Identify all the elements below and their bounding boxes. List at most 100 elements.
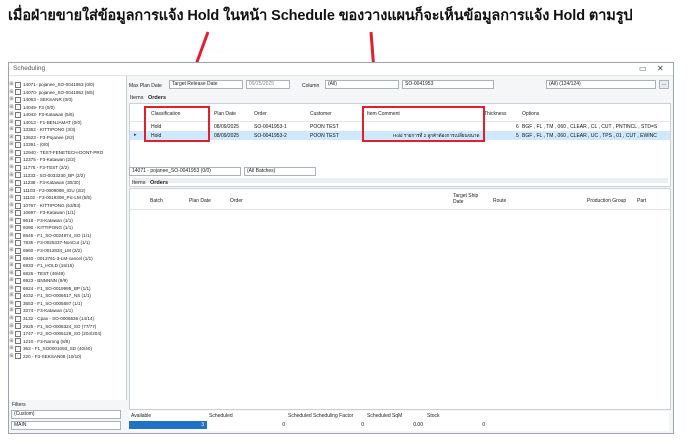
column-select[interactable]: (All)	[325, 80, 399, 89]
tree-checkbox[interactable]	[15, 338, 21, 345]
expand-icon[interactable]: ⊞	[9, 315, 14, 323]
restore-icon[interactable]: ▭	[639, 64, 647, 73]
tab-orders-top[interactable]: Orders	[148, 95, 166, 101]
expand-icon[interactable]: ⊞	[9, 179, 14, 187]
tree-item[interactable]: ⊞ 7835 - F3-0025337-NonCut (1/1)	[9, 239, 126, 247]
tree-item[interactable]: ⊞ 14071- pojanee_SO-0041953 (0/0)	[9, 81, 126, 89]
close-icon[interactable]: ✕	[657, 64, 664, 73]
tree-checkbox[interactable]	[15, 270, 21, 277]
tab-orders-bottom[interactable]: Orders	[150, 180, 168, 186]
tree-checkbox[interactable]	[15, 232, 21, 239]
col-thickness[interactable]: Thickness	[484, 111, 507, 117]
expand-icon[interactable]: ⊞	[9, 149, 14, 157]
tree-item[interactable]: ⊞ 6960 - F3-0012834_LM (2/2)	[9, 247, 126, 255]
col-options[interactable]: Options	[522, 111, 539, 117]
col-batch-order[interactable]: Order	[230, 198, 243, 204]
tree-item[interactable]: ⊞ 220 - F3-SEKSAN08 (10/10)	[9, 353, 126, 361]
tree-item[interactable]: ⊞ 11102 - F3-0019308_Pic-LM (5/5)	[9, 194, 126, 202]
tree-item[interactable]: ⊞ 6933 - F1_HOLD (15/15)	[9, 262, 126, 270]
tree-checkbox[interactable]	[15, 225, 21, 232]
filter-select[interactable]: (Custom)	[11, 410, 121, 419]
expand-icon[interactable]: ⊞	[9, 224, 14, 232]
tree-checkbox[interactable]	[15, 187, 21, 194]
tree-item[interactable]: ⊞ 6940 - 0013761-3-LM-cancel (1/1)	[9, 255, 126, 263]
tree-checkbox[interactable]	[15, 104, 21, 111]
tree-item[interactable]: ⊞ 2925 - F1_SO-0008324_SO (77/77)	[9, 323, 126, 331]
expand-icon[interactable]: ⊞	[9, 96, 14, 104]
expand-icon[interactable]: ⊞	[9, 300, 14, 308]
expand-icon[interactable]: ⊞	[9, 345, 14, 353]
tree-item[interactable]: ⊞ 3132 - Cpax - SO-0006536 (14/14)	[9, 315, 126, 323]
tree-item[interactable]: ⊞ 9618 - F3-Katawan (1/1)	[9, 217, 126, 225]
expand-icon[interactable]: ⊞	[9, 307, 14, 315]
tree-item[interactable]: ⊞ 9390 - KITTIPONG (1/1)	[9, 224, 126, 232]
tree-checkbox[interactable]	[15, 81, 21, 88]
tree-checkbox[interactable]	[15, 134, 21, 141]
tree-item[interactable]: ⊞ 3374 - F3-Katawan (1/1)	[9, 307, 126, 315]
tree-checkbox[interactable]	[15, 353, 21, 360]
tree-item[interactable]: ⊞ 11103 - F3-0009098_IGU (2/2)	[9, 187, 126, 195]
order-batch-select[interactable]: 14071 - pojanee_SO-0041953 (0/0)	[129, 167, 241, 176]
col-target-ship-date[interactable]: Target Ship Date	[453, 193, 483, 205]
tree-checkbox[interactable]	[15, 127, 21, 134]
tree-item[interactable]: ⊞ 14013 - F1-BENJAMAT (0/0)	[9, 119, 126, 127]
tree-checkbox[interactable]	[15, 247, 21, 254]
tree-item[interactable]: ⊞ 14070- pojanee_SO-0041952 (5/5)	[9, 89, 126, 97]
tree-checkbox[interactable]	[15, 240, 21, 247]
expand-icon[interactable]: ⊞	[9, 285, 14, 293]
tree-item[interactable]: ⊞ 1747 - F2_SO-0005128_SO (204/204)	[9, 330, 126, 338]
expand-icon[interactable]: ⊞	[9, 111, 14, 119]
expand-icon[interactable]: ⊞	[9, 134, 14, 142]
expand-icon[interactable]: ⊞	[9, 270, 14, 278]
tree-item[interactable]: ⊞ 11238 - F3-Katawan (30/30)	[9, 179, 126, 187]
tab-items-top[interactable]: Items	[130, 95, 143, 101]
expand-icon[interactable]: ⊞	[9, 217, 14, 225]
item-filter-select[interactable]: (All) (124/124)	[546, 80, 656, 89]
tree-checkbox[interactable]	[15, 111, 21, 118]
expand-icon[interactable]: ⊞	[9, 187, 14, 195]
tree-item[interactable]: ⊞ 11775 - F3-TEST (2/2)	[9, 164, 126, 172]
tree-checkbox[interactable]	[15, 157, 21, 164]
tree-checkbox[interactable]	[15, 323, 21, 330]
expand-icon[interactable]: ⊞	[9, 330, 14, 338]
expand-icon[interactable]: ⊞	[9, 323, 14, 331]
tree-checkbox[interactable]	[15, 315, 21, 322]
tree-item[interactable]: ⊞ 10767 - KITTIPONG (53/53)	[9, 202, 126, 210]
expand-icon[interactable]: ⊞	[9, 338, 14, 346]
expand-icon[interactable]: ⊞	[9, 247, 14, 255]
tree-item[interactable]: ⊞ 10697 - F3-Katawan (1/1)	[9, 209, 126, 217]
expand-icon[interactable]: ⊞	[9, 104, 14, 112]
tree-checkbox[interactable]	[15, 89, 21, 96]
horizontal-scrollbar[interactable]	[132, 178, 668, 183]
tree-item[interactable]: ⊞ 14049- F3 (0/0)	[9, 104, 126, 112]
tree-checkbox[interactable]	[15, 293, 21, 300]
tree-item[interactable]: ⊞ 6826 - TEST (49/49)	[9, 270, 126, 278]
tree-item[interactable]: ⊞ 12940 - TEST-FENETECH-DONT-PRO	[9, 149, 126, 157]
date-input[interactable]: 09/25/2025	[246, 80, 290, 89]
tree-checkbox[interactable]	[15, 172, 21, 179]
date-type-select[interactable]: Target Release Date	[169, 80, 243, 89]
tree-checkbox[interactable]	[15, 164, 21, 171]
expand-icon[interactable]: ⊞	[9, 156, 14, 164]
expand-icon[interactable]: ⊞	[9, 141, 14, 149]
col-plan-date[interactable]: Plan Date	[214, 111, 236, 117]
tree-checkbox[interactable]	[15, 119, 21, 126]
expand-icon[interactable]: ⊞	[9, 262, 14, 270]
tree-checkbox[interactable]	[15, 308, 21, 315]
tree-checkbox[interactable]	[15, 255, 21, 262]
tree-checkbox[interactable]	[15, 330, 21, 337]
tree-item[interactable]: ⊞ 363 - F1_SO0001093_SD (40/40)	[9, 345, 126, 353]
col-customer[interactable]: Customer	[310, 111, 332, 117]
view-select[interactable]: MAIN	[11, 421, 121, 430]
tree-checkbox[interactable]	[15, 142, 21, 149]
tree-checkbox[interactable]	[15, 202, 21, 209]
batches-select[interactable]: (All Batches)	[244, 167, 316, 176]
tree-item[interactable]: ⊞ 13362 - KITTIPONG (3/3)	[9, 126, 126, 134]
col-part[interactable]: Part	[637, 198, 646, 204]
tree-checkbox[interactable]	[15, 345, 21, 352]
expand-icon[interactable]: ⊞	[9, 172, 14, 180]
tree-checkbox[interactable]	[15, 300, 21, 307]
tree-checkbox[interactable]	[15, 285, 21, 292]
tree-checkbox[interactable]	[15, 217, 21, 224]
col-batch[interactable]: Batch	[150, 198, 163, 204]
